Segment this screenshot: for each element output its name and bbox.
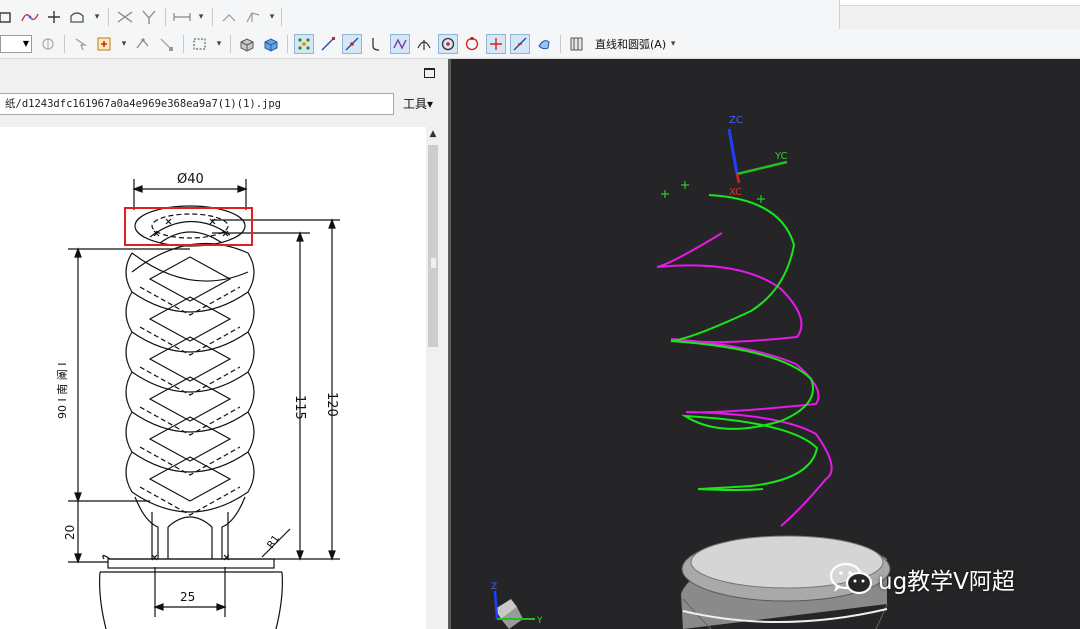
toolbar-separator <box>560 34 561 53</box>
base-height-label: 20 <box>63 525 77 540</box>
toolbar-separator <box>281 8 282 26</box>
radius-label: R1 <box>265 534 282 551</box>
dropdown-arrow-icon[interactable]: ▾ <box>213 34 225 54</box>
snap-arc-center-icon[interactable] <box>414 34 434 54</box>
snap-on-curve-icon[interactable] <box>510 33 530 54</box>
lines-and-arcs-menu[interactable]: 直线和圆弧(A) <box>595 36 666 52</box>
point-icon[interactable] <box>44 7 64 27</box>
helix-height-label: 115 <box>292 395 307 420</box>
spline-icon[interactable] <box>20 7 40 27</box>
image-path-field[interactable]: 纸/d1243dfc161967a0a4e969e368ea9a7(1)(1).… <box>0 93 394 115</box>
snap-control-icon[interactable] <box>366 34 386 54</box>
scroll-up-icon[interactable]: ▲ <box>426 129 440 141</box>
snap-grid-icon[interactable] <box>294 33 314 54</box>
lines-and-arcs-icon[interactable] <box>567 34 587 54</box>
tools-menu-button[interactable]: 工具▾ <box>403 95 433 112</box>
toolbar-separator <box>183 34 184 53</box>
3d-viewport: ZC YC XC Z Y <box>491 115 891 629</box>
helix-curve-b[interactable] <box>656 232 833 527</box>
snap-midpoint-icon[interactable] <box>342 33 362 54</box>
auto-constraint-icon[interactable] <box>243 7 263 27</box>
diameter-label: Ø40 <box>177 172 204 187</box>
snap-end-icon[interactable] <box>157 34 177 54</box>
extend-icon[interactable] <box>139 7 159 27</box>
zc-axis-label: ZC <box>729 115 743 126</box>
toolbar-separator <box>165 8 166 26</box>
snap-toolbar: ▼ ▾ ▾ 直线和圆弧(A) ▾ <box>0 29 1080 59</box>
helix-curve-a[interactable] <box>670 194 819 491</box>
dropdown-arrow-icon[interactable]: ▾ <box>118 34 130 54</box>
snap-intersection-icon[interactable] <box>390 33 410 54</box>
nx-application-window: ▾ ▾ ▾ ▼ ▾ ▾ 直线和圆弧(A) ▾ 纸/d1243dfc161967a… <box>0 0 1080 629</box>
snap-endpoint-icon[interactable] <box>318 34 338 54</box>
watermark: ug教学V阿超 <box>828 562 1015 596</box>
base-width-label: 25 <box>180 590 195 604</box>
add-feature-icon[interactable] <box>95 34 115 54</box>
menu-dropdown-icon[interactable]: ▾ <box>667 34 679 54</box>
sketch-points <box>661 181 765 203</box>
snap-on-face-icon[interactable] <box>534 34 554 54</box>
xc-axis-label: XC <box>729 187 742 198</box>
toolbar-separator <box>212 8 213 26</box>
snap-quadrant-icon[interactable] <box>462 34 482 54</box>
z-axis-label: Z <box>491 582 497 592</box>
area-icon[interactable] <box>68 7 88 27</box>
y-axis-label: Y <box>536 616 543 626</box>
rectangle-icon[interactable] <box>0 7 16 27</box>
dropdown-arrow-icon[interactable]: ▾ <box>266 7 278 27</box>
toolbar-separator <box>287 34 288 53</box>
helix-pitch-label: 90 I 南 阐 I <box>56 363 69 419</box>
select-feature-icon[interactable] <box>71 34 91 54</box>
snap-point-icon[interactable] <box>133 34 153 54</box>
shaded-view-icon[interactable] <box>237 34 257 54</box>
constraint-icon[interactable] <box>219 7 239 27</box>
absolute-triad: Z Y <box>491 582 543 629</box>
yc-axis-label: YC <box>774 151 788 162</box>
graphics-window[interactable]: ZC YC XC Z Y <box>451 59 1080 629</box>
maximize-icon[interactable] <box>424 68 435 78</box>
image-viewer-panel: 纸/d1243dfc161967a0a4e969e368ea9a7(1)(1).… <box>0 59 450 629</box>
wcs-triad: ZC YC XC <box>727 115 788 198</box>
wireframe-view-icon[interactable] <box>261 34 281 54</box>
dropdown-arrow-icon[interactable]: ▾ <box>91 7 103 27</box>
snap-existing-point-icon[interactable] <box>486 33 506 54</box>
scroll-thumb[interactable] <box>428 145 438 347</box>
toolbar-separator <box>108 8 109 26</box>
watermark-text: ug教学V阿超 <box>878 569 1015 595</box>
selection-filter-combo[interactable]: ▼ <box>0 34 32 53</box>
scroll-grip <box>431 258 436 268</box>
toolbar-separator <box>230 34 231 53</box>
toolbar-separator <box>64 34 65 53</box>
drawing-image: Ø40 120 115 90 I 南 阐 I 20 25 R1 <box>0 127 440 629</box>
engineering-drawing: Ø40 120 115 90 I 南 阐 I 20 25 R1 <box>56 172 340 629</box>
wechat-icon <box>829 562 873 595</box>
selection-box-icon[interactable] <box>190 34 210 54</box>
overall-height-label: 120 <box>324 392 339 417</box>
snap-settings-icon[interactable] <box>38 34 58 54</box>
dropdown-arrow-icon[interactable]: ▾ <box>195 7 207 27</box>
snap-center-icon[interactable] <box>438 33 458 54</box>
vertical-scrollbar[interactable]: ▲ <box>426 127 440 629</box>
trim-icon[interactable] <box>115 7 135 27</box>
dimension-icon[interactable] <box>172 7 192 27</box>
